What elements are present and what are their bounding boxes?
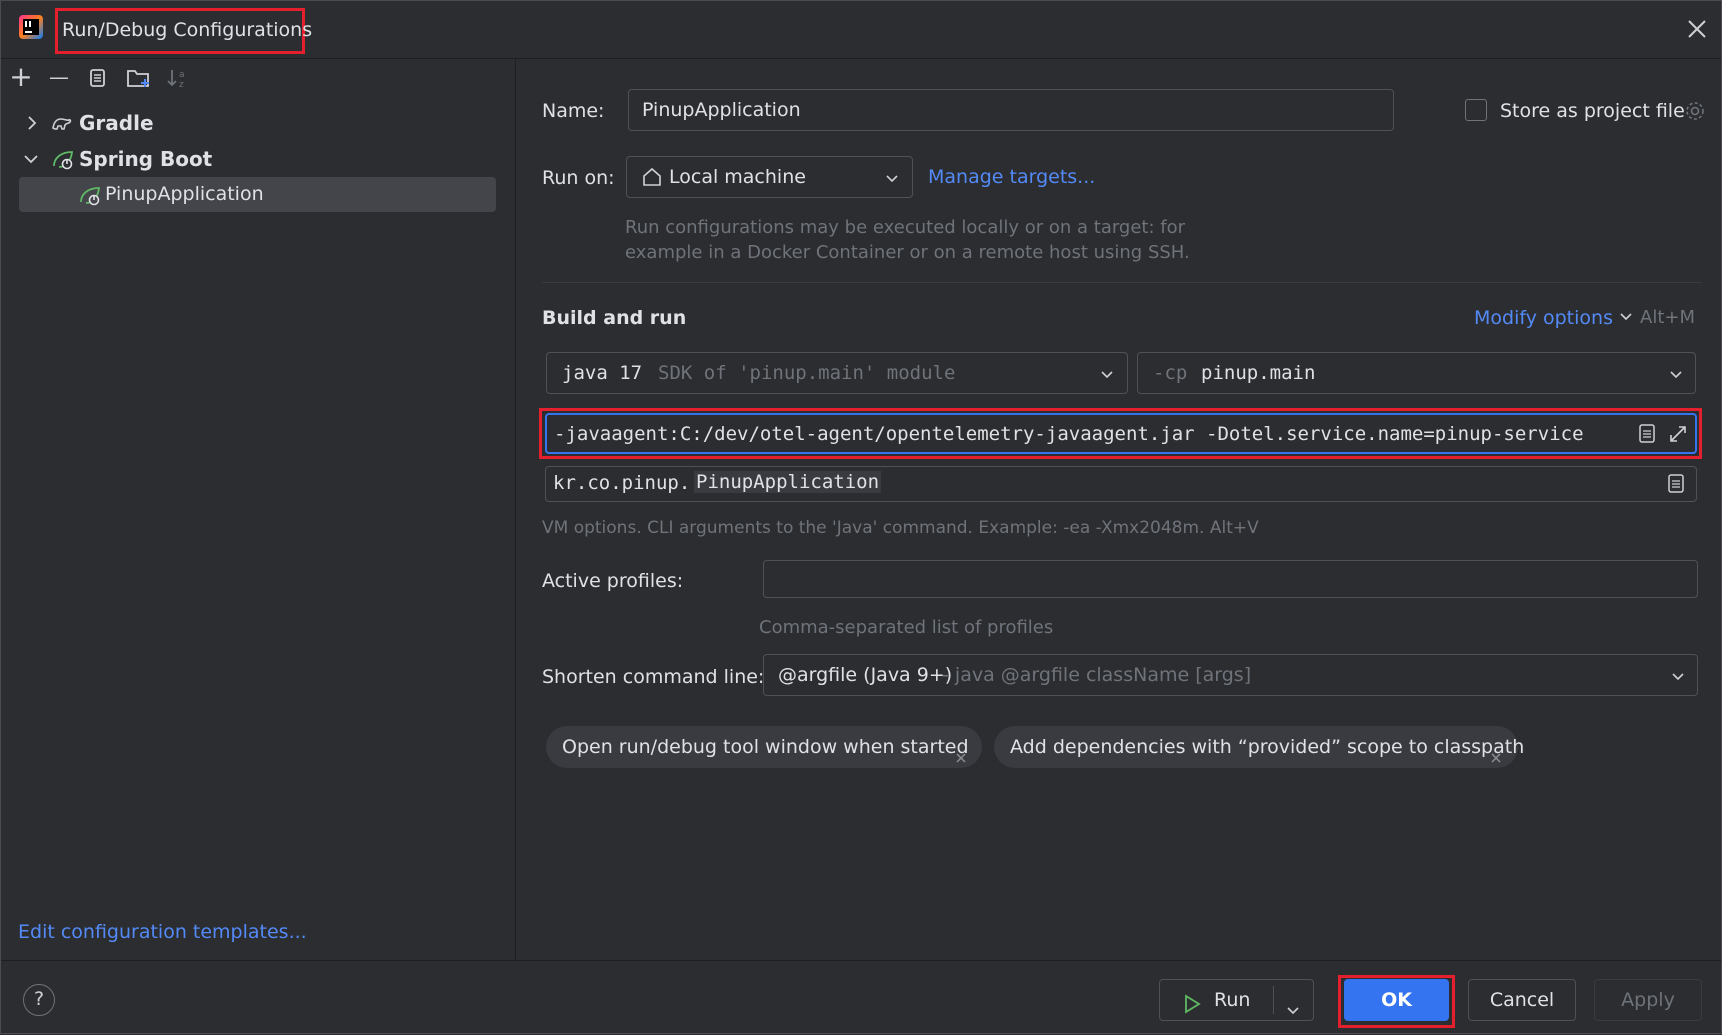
- build-and-run-heading: Build and run: [542, 307, 687, 329]
- tree-group-label: Gradle: [79, 111, 154, 135]
- jdk-value: java 17: [562, 362, 643, 384]
- chevron-down-icon: [1620, 313, 1632, 321]
- vm-options-field[interactable]: -javaagent:C:/dev/otel-agent/opentelemet…: [545, 413, 1697, 454]
- apply-button[interactable]: Apply: [1594, 979, 1702, 1021]
- modify-options-link[interactable]: Modify options: [1474, 307, 1633, 329]
- gradle-icon: [50, 111, 74, 145]
- sort-icon[interactable]: az: [166, 66, 190, 95]
- divider: [542, 282, 1702, 283]
- store-as-project-file-label: Store as project file: [1500, 100, 1685, 122]
- tree-item-pinupapplication[interactable]: PinupApplication: [19, 177, 496, 212]
- spring-boot-icon: [51, 147, 75, 181]
- classpath-dropdown[interactable]: -cp pinup.main: [1137, 352, 1696, 394]
- manage-targets-link[interactable]: Manage targets...: [928, 166, 1095, 188]
- tree-group-gradle[interactable]: Gradle: [20, 106, 490, 140]
- active-profiles-label: Active profiles:: [542, 570, 684, 592]
- shorten-value: @argfile (Java 9+): [778, 664, 953, 686]
- jdk-detail: SDK of 'pinup.main' module: [658, 362, 956, 384]
- chevron-down-icon: [1099, 365, 1115, 387]
- home-icon: [641, 166, 663, 193]
- chevron-down-icon[interactable]: [1285, 992, 1301, 1032]
- run-on-hint-line-2: example in a Docker Container or on a re…: [625, 242, 1190, 263]
- help-icon: ?: [33, 988, 45, 1010]
- spring-boot-icon: [78, 183, 102, 212]
- remove-chip-icon[interactable]: [1488, 739, 1504, 781]
- copy-icon[interactable]: [86, 66, 110, 95]
- tree-group-spring-boot[interactable]: Spring Boot: [20, 142, 490, 176]
- add-icon[interactable]: +: [8, 63, 34, 91]
- cancel-label: Cancel: [1489, 989, 1555, 1011]
- vm-options-hint: VM options. CLI arguments to the 'Java' …: [542, 518, 1259, 538]
- option-chip: Add dependencies with “provided” scope t…: [994, 726, 1524, 768]
- divider: [1273, 986, 1274, 1014]
- chevron-down-icon: [1668, 365, 1684, 387]
- expand-list-icon[interactable]: [1666, 473, 1686, 500]
- option-chip-label: Open run/debug tool window when started: [562, 736, 969, 758]
- cp-prefix: -cp: [1153, 362, 1188, 384]
- chevron-down-icon: [884, 169, 900, 191]
- shorten-command-line-dropdown[interactable]: @argfile (Java 9+) - java @argfile class…: [763, 654, 1698, 696]
- vm-options-value: -javaagent:C:/dev/otel-agent/opentelemet…: [554, 423, 1584, 445]
- apply-label: Apply: [1621, 989, 1675, 1011]
- intellij-logo-icon: [18, 14, 44, 40]
- main-class-package: kr.co.pinup.: [553, 472, 691, 494]
- tree-item-label: PinupApplication: [105, 183, 264, 205]
- run-play-icon: [1182, 989, 1202, 1029]
- main-class-name: PinupApplication: [694, 471, 882, 493]
- expand-icon[interactable]: [1667, 423, 1689, 450]
- dialog-footer: [0, 960, 1722, 1035]
- title-bar: Run/Debug Configurations: [0, 0, 1722, 59]
- window-title: Run/Debug Configurations: [62, 19, 313, 41]
- shorten-detail: - java @argfile className [args]: [936, 664, 1252, 686]
- cancel-button[interactable]: Cancel: [1468, 979, 1576, 1021]
- modify-options-shortcut: Alt+M: [1640, 307, 1695, 328]
- main-class-field[interactable]: kr.co.pinup. PinupApplication: [545, 466, 1697, 502]
- remove-icon[interactable]: —: [46, 64, 72, 90]
- name-field-value: PinupApplication: [642, 99, 801, 121]
- help-button[interactable]: ?: [23, 984, 55, 1016]
- jdk-dropdown[interactable]: java 17 SDK of 'pinup.main' module: [546, 352, 1128, 394]
- active-profiles-field[interactable]: [763, 560, 1698, 598]
- new-folder-icon[interactable]: [126, 66, 152, 95]
- run-on-value: Local machine: [669, 166, 806, 188]
- edit-configuration-templates-link[interactable]: Edit configuration templates...: [18, 921, 307, 943]
- ok-label: OK: [1381, 989, 1412, 1011]
- tree-group-label: Spring Boot: [79, 147, 213, 171]
- svg-text:z: z: [179, 80, 184, 90]
- expand-list-icon[interactable]: [1637, 423, 1657, 450]
- run-on-hint-line-1: Run configurations may be executed local…: [625, 217, 1186, 238]
- profiles-hint: Comma-separated list of profiles: [759, 617, 1054, 638]
- name-field[interactable]: PinupApplication: [628, 89, 1394, 131]
- svg-text:a: a: [179, 70, 185, 80]
- store-as-project-file-checkbox[interactable]: [1465, 99, 1487, 121]
- close-icon[interactable]: [1684, 16, 1710, 42]
- run-button[interactable]: Run: [1159, 979, 1314, 1021]
- name-label: Name:: [542, 100, 605, 122]
- run-on-label: Run on:: [542, 167, 615, 189]
- chevron-down-icon: [1670, 667, 1686, 689]
- option-chip: Open run/debug tool window when started: [546, 726, 982, 768]
- remove-chip-icon[interactable]: [953, 739, 969, 781]
- settings-gear-icon[interactable]: [1683, 99, 1707, 128]
- modify-options-label: Modify options: [1474, 307, 1613, 329]
- ok-button[interactable]: OK: [1344, 979, 1449, 1021]
- run-on-dropdown[interactable]: Local machine: [626, 156, 913, 198]
- cp-value: pinup.main: [1201, 362, 1316, 384]
- shorten-command-line-label: Shorten command line:: [542, 666, 765, 688]
- run-label: Run: [1214, 989, 1251, 1011]
- option-chip-label: Add dependencies with “provided” scope t…: [1010, 736, 1525, 758]
